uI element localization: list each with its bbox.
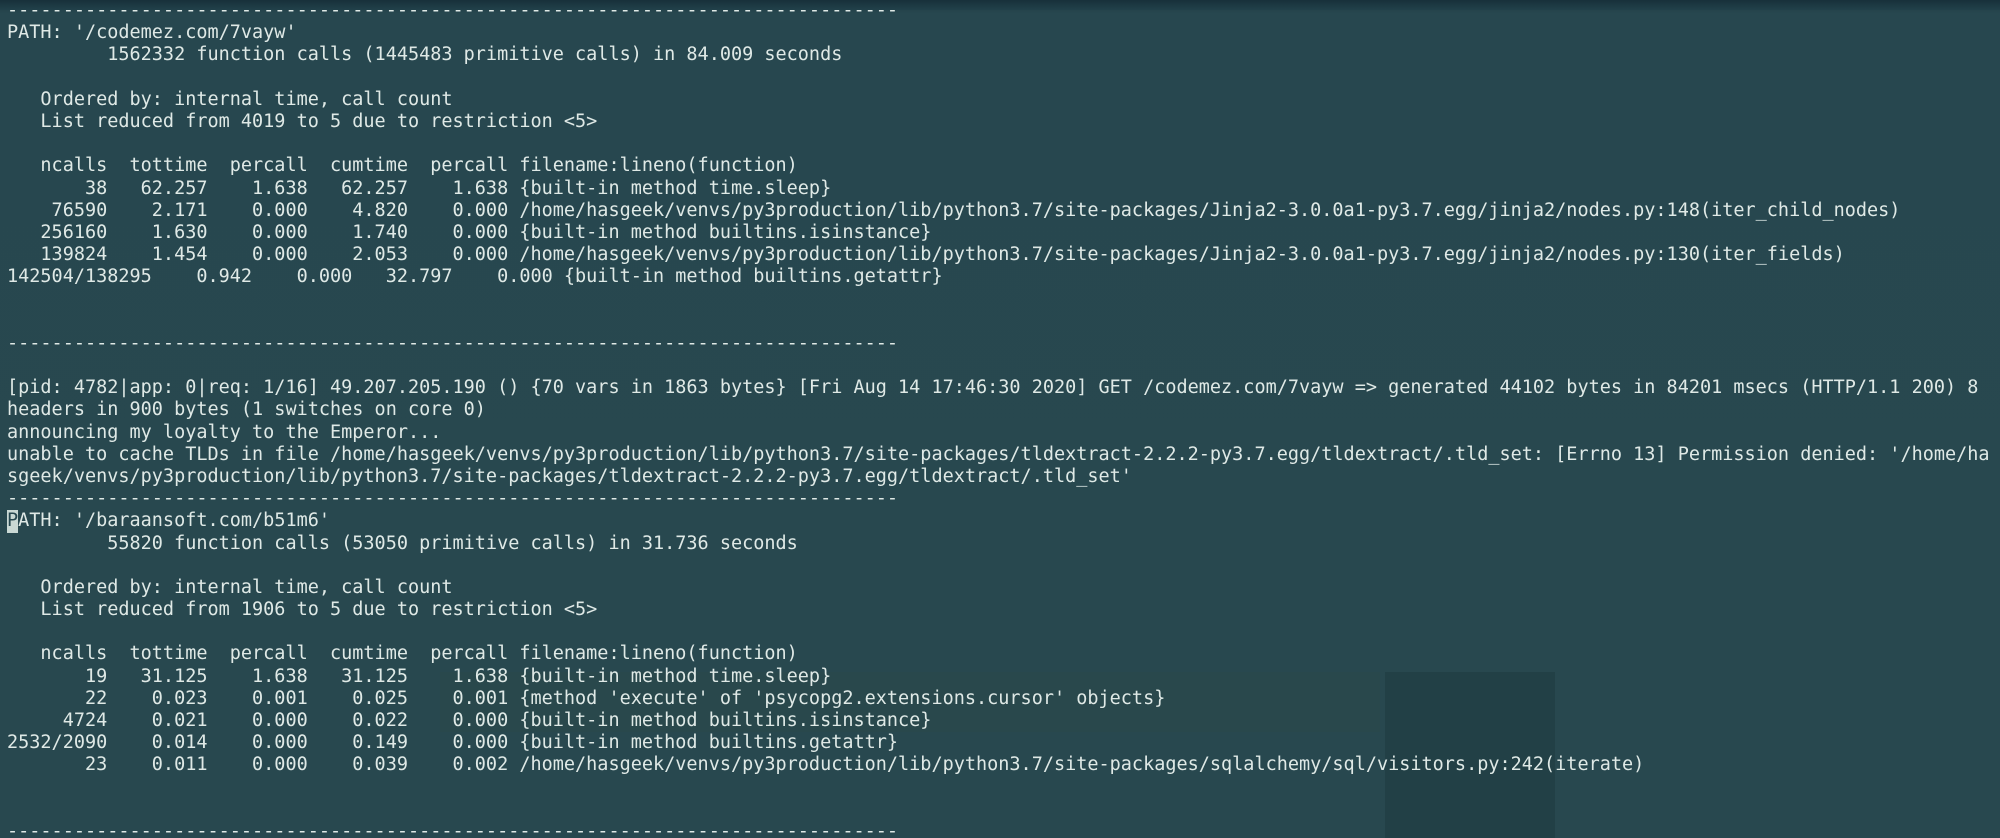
terminal-line: Ordered by: internal time, call count — [7, 576, 453, 598]
terminal-line: 23 0.011 0.000 0.039 0.002 /home/hasgeek… — [7, 754, 1645, 776]
cursor-line: PATH: '/baraansoft.com/b51m6' — [7, 510, 1997, 533]
terminal-line: 1562332 function calls (1445483 primitiv… — [7, 44, 843, 66]
terminal-line: sgeek/venvs/py3production/lib/python3.7/… — [7, 465, 1132, 487]
terminal-line: ----------------------------------------… — [7, 820, 899, 838]
terminal-line: ----------------------------------------… — [7, 332, 899, 354]
terminal-line: 256160 1.630 0.000 1.740 0.000 {built-in… — [7, 221, 932, 243]
terminal-line: Ordered by: internal time, call count — [7, 88, 453, 110]
terminal-line: 22 0.023 0.001 0.025 0.001 {method 'exec… — [7, 687, 1166, 709]
terminal-line: announcing my loyalty to the Emperor... — [7, 421, 442, 443]
terminal-line: ncalls tottime percall cumtime percall f… — [7, 643, 798, 665]
text-cursor: P — [7, 510, 19, 533]
terminal-line: 38 62.257 1.638 62.257 1.638 {built-in m… — [7, 177, 832, 199]
terminal-window[interactable]: ----------------------------------------… — [0, 0, 2000, 838]
cursor-line-text: ATH: '/baraansoft.com/b51m6' — [18, 510, 331, 532]
terminal-line: 76590 2.171 0.000 4.820 0.000 /home/hasg… — [7, 199, 1901, 221]
terminal-line: ----------------------------------------… — [7, 0, 899, 21]
terminal-output[interactable]: ----------------------------------------… — [7, 0, 1997, 838]
terminal-line: 19 31.125 1.638 31.125 1.638 {built-in m… — [7, 665, 832, 687]
terminal-line: [pid: 4782|app: 0|req: 1/16] 49.207.205.… — [7, 377, 1979, 399]
terminal-line: 4724 0.021 0.000 0.022 0.000 {built-in m… — [7, 710, 932, 731]
terminal-line: ncalls tottime percall cumtime percall f… — [7, 155, 798, 177]
terminal-line: unable to cache TLDs in file /home/hasge… — [7, 443, 1990, 465]
terminal-line: 55820 function calls (53050 primitive ca… — [7, 532, 798, 554]
terminal-line: 139824 1.454 0.000 2.053 0.000 /home/has… — [7, 244, 1845, 266]
terminal-line: 2532/2090 0.014 0.000 0.149 0.000 {built… — [7, 732, 899, 754]
terminal-line: PATH: '/codemez.com/7vayw' — [7, 22, 297, 44]
terminal-line: List reduced from 1906 to 5 due to restr… — [7, 599, 598, 621]
terminal-line: ----------------------------------------… — [7, 488, 899, 510]
terminal-line: headers in 900 bytes (1 switches on core… — [7, 399, 486, 421]
terminal-line: List reduced from 4019 to 5 due to restr… — [7, 110, 598, 132]
terminal-line: 142504/138295 0.942 0.000 32.797 0.000 {… — [7, 266, 943, 288]
